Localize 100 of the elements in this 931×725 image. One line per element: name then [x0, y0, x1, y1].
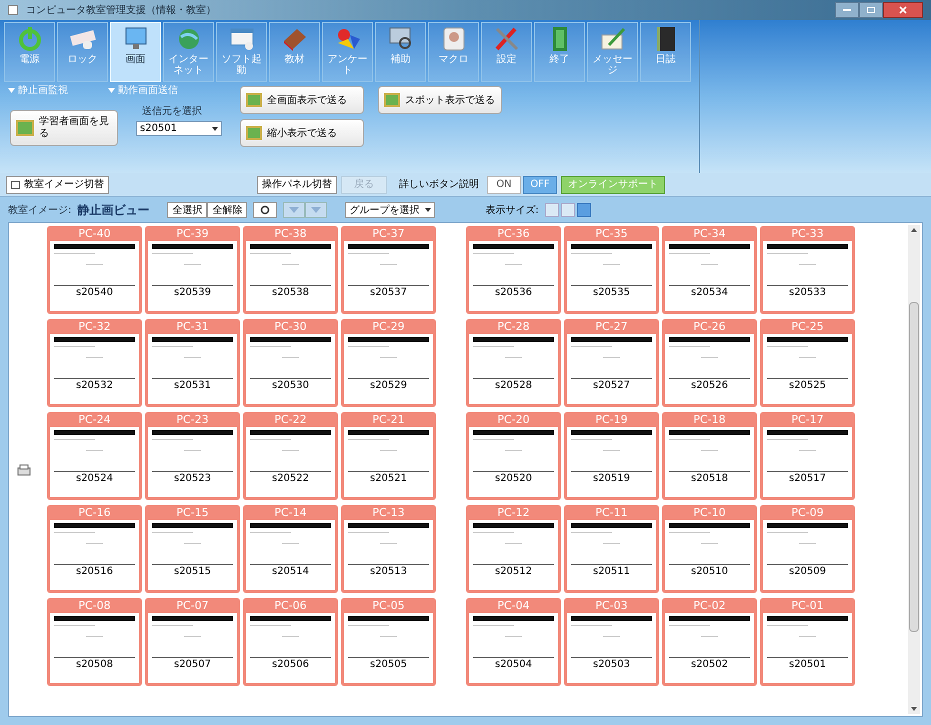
- computer-card[interactable]: PC-10 s20510: [662, 505, 757, 593]
- computer-name: PC-29: [372, 319, 405, 334]
- user-id: s20516: [76, 565, 114, 579]
- window-title: コンピュータ教室管理支援（情報・教室）: [26, 4, 216, 18]
- user-id: s20540: [76, 286, 114, 300]
- computer-card[interactable]: PC-03 s20503: [564, 598, 659, 686]
- computer-name: PC-39: [176, 226, 209, 241]
- source-label: 送信元を選択: [141, 105, 203, 119]
- user-id: s20530: [272, 379, 310, 393]
- user-id: s20505: [370, 658, 408, 672]
- user-id: s20533: [788, 286, 826, 300]
- deselect-all-button[interactable]: 全解除: [207, 202, 248, 218]
- user-id: s20503: [592, 658, 630, 672]
- computer-name: PC-11: [595, 505, 628, 520]
- view-name: 静止画ビュー: [77, 202, 150, 219]
- computer-card[interactable]: PC-31 s20531: [145, 319, 240, 407]
- computer-card[interactable]: PC-04 s20504: [466, 598, 561, 686]
- computer-card[interactable]: PC-02 s20502: [662, 598, 757, 686]
- send-screen-button[interactable]: 全画面表示で送る: [240, 86, 364, 114]
- computer-card[interactable]: PC-19 s20519: [564, 412, 659, 500]
- computer-name: PC-27: [595, 319, 628, 334]
- user-id: s20531: [174, 379, 212, 393]
- user-id: s20532: [76, 379, 114, 393]
- computer-card[interactable]: PC-35 s20535: [564, 226, 659, 314]
- user-id: s20538: [272, 286, 310, 300]
- computer-name: PC-22: [274, 412, 307, 427]
- computer-name: PC-19: [595, 412, 628, 427]
- computer-name: PC-08: [78, 598, 111, 613]
- computer-card[interactable]: PC-17 s20517: [760, 412, 855, 500]
- computer-name: PC-36: [497, 226, 530, 241]
- computer-card[interactable]: PC-11 s20511: [564, 505, 659, 593]
- computer-name: PC-13: [372, 505, 405, 520]
- computer-name: PC-20: [497, 412, 530, 427]
- computer-card[interactable]: PC-13 s20513: [341, 505, 436, 593]
- computer-card[interactable]: PC-15 s20515: [145, 505, 240, 593]
- computer-card[interactable]: PC-14 s20514: [243, 505, 338, 593]
- user-id: s20518: [690, 472, 728, 486]
- computer-card[interactable]: PC-24 s20524: [47, 412, 142, 500]
- user-id: s20509: [788, 565, 826, 579]
- user-id: s20507: [174, 658, 212, 672]
- computer-card[interactable]: PC-09 s20509: [760, 505, 855, 593]
- computer-card[interactable]: PC-32 s20532: [47, 319, 142, 407]
- user-id: s20510: [690, 565, 728, 579]
- computer-name: PC-32: [78, 319, 111, 334]
- computer-name: PC-28: [497, 319, 530, 334]
- computer-name: PC-21: [372, 412, 405, 427]
- send-screen-button[interactable]: 縮小表示で送る: [240, 119, 364, 147]
- computer-card[interactable]: PC-16 s20516: [47, 505, 142, 593]
- toggle-option[interactable]: ON: [487, 176, 521, 194]
- computer-name: PC-15: [176, 505, 209, 520]
- user-id: s20521: [370, 472, 408, 486]
- computer-card[interactable]: PC-21 s20521: [341, 412, 436, 500]
- user-id: s20511: [592, 565, 630, 579]
- computer-card[interactable]: PC-33 s20533: [760, 226, 855, 314]
- computer-card[interactable]: PC-28 s20528: [466, 319, 561, 407]
- size-label: 表示サイズ:: [485, 204, 539, 218]
- computer-card[interactable]: PC-40 s20540: [47, 226, 142, 314]
- computer-card[interactable]: PC-36 s20536: [466, 226, 561, 314]
- computer-card[interactable]: PC-20 s20520: [466, 412, 561, 500]
- panel-toggle-button[interactable]: 操作パネル切替: [257, 176, 337, 194]
- computer-card[interactable]: PC-26 s20526: [662, 319, 757, 407]
- user-id: s20508: [76, 658, 114, 672]
- user-id: s20520: [494, 472, 532, 486]
- computer-name: PC-38: [274, 226, 307, 241]
- user-id: s20501: [788, 658, 826, 672]
- computer-card[interactable]: PC-34 s20534: [662, 226, 757, 314]
- classroom-toggle-button[interactable]: 教室イメージ切替: [6, 176, 109, 194]
- computer-card[interactable]: PC-39 s20539: [145, 226, 240, 314]
- computer-card[interactable]: PC-27 s20527: [564, 319, 659, 407]
- computer-card[interactable]: PC-06 s20506: [243, 598, 338, 686]
- computer-card[interactable]: PC-37 s20537: [341, 226, 436, 314]
- computer-name: PC-03: [595, 598, 628, 613]
- group-dropdown[interactable]: グループを選択: [345, 202, 436, 218]
- computer-card[interactable]: PC-07 s20507: [145, 598, 240, 686]
- computer-card[interactable]: PC-29 s20529: [341, 319, 436, 407]
- computer-card[interactable]: PC-22 s20522: [243, 412, 338, 500]
- user-id: s20535: [592, 286, 630, 300]
- user-id: s20534: [690, 286, 728, 300]
- send-screen-button[interactable]: スポット表示で送る: [378, 86, 502, 114]
- user-id: s20502: [690, 658, 728, 672]
- computer-card[interactable]: PC-23 s20523: [145, 412, 240, 500]
- view-student-screen-button[interactable]: 学習者画面を見る: [10, 110, 118, 146]
- computer-card[interactable]: PC-38 s20538: [243, 226, 338, 314]
- computer-card[interactable]: PC-01 s20501: [760, 598, 855, 686]
- source-dropdown[interactable]: s20501: [136, 121, 222, 136]
- computer-card[interactable]: PC-12 s20512: [466, 505, 561, 593]
- user-id: s20536: [494, 286, 532, 300]
- computer-card[interactable]: PC-05 s20505: [341, 598, 436, 686]
- computer-name: PC-25: [791, 319, 824, 334]
- select-all-button[interactable]: 全選択: [167, 202, 208, 218]
- user-id: s20515: [174, 565, 212, 579]
- computer-card[interactable]: PC-18 s20518: [662, 412, 757, 500]
- computer-card[interactable]: PC-30 s20530: [243, 319, 338, 407]
- toolbar-button[interactable]: 画面: [110, 22, 161, 82]
- user-id: s20506: [272, 658, 310, 672]
- computer-card[interactable]: PC-08 s20508: [47, 598, 142, 686]
- computer-card[interactable]: PC-25 s20525: [760, 319, 855, 407]
- computer-name: PC-24: [78, 412, 111, 427]
- user-id: s20504: [494, 658, 532, 672]
- computer-name: PC-07: [176, 598, 209, 613]
